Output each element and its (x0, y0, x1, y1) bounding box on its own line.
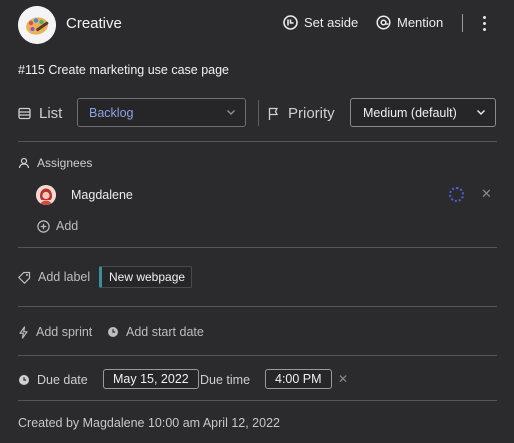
due-time-label: Due time (200, 373, 251, 387)
loading-icon (449, 187, 464, 202)
priority-field-label: Priority (268, 105, 335, 122)
add-start-date-button[interactable]: Add start date (107, 325, 204, 339)
add-sprint-label: Add sprint (36, 325, 93, 339)
chevron-down-icon (226, 107, 236, 117)
tag-icon (18, 271, 31, 284)
assignee-name: Magdalene (71, 188, 133, 202)
add-assignee-button[interactable]: Add (37, 219, 78, 233)
palette-icon (18, 6, 56, 44)
assignee-row[interactable]: Magdalene ✕ (36, 185, 496, 207)
avatar (36, 185, 56, 205)
app-title: Creative (66, 15, 122, 32)
close-icon[interactable]: ✕ (481, 186, 492, 202)
clock-icon (107, 326, 119, 338)
divider (18, 247, 497, 248)
user-icon (18, 157, 30, 169)
due-time-field[interactable]: 4:00 PM (265, 369, 332, 389)
flag-icon (268, 107, 279, 121)
divider (18, 306, 497, 307)
add-start-date-label: Add start date (126, 325, 204, 339)
assignees-header: Assignees (18, 156, 92, 170)
add-assignee-label: Add (56, 219, 79, 233)
list-label-text: List (39, 105, 63, 122)
divider (18, 355, 497, 356)
priority-select-value: Medium (default) (363, 105, 457, 120)
list-icon (18, 107, 31, 120)
add-label-text: Add label (38, 270, 91, 284)
header: Creative Set aside Mention (0, 0, 514, 50)
divider (18, 141, 497, 142)
label-tag[interactable]: New webpage (99, 266, 193, 288)
list-select-value: Backlog (89, 105, 134, 120)
divider (18, 400, 497, 401)
plus-circle-icon (37, 219, 50, 233)
due-date-label: Due date (18, 373, 88, 387)
task-title: #115 Create marketing use case page (18, 63, 230, 77)
task-detail-panel: Creative Set aside Mention #115 Create m… (0, 0, 514, 443)
set-aside-button[interactable]: Set aside (283, 15, 358, 30)
list-priority-row: List Backlog Priority Medium (default) (0, 96, 514, 132)
mention-button[interactable]: Mention (376, 15, 443, 30)
due-date-field[interactable]: May 15, 2022 (103, 369, 199, 389)
set-aside-icon (283, 15, 298, 30)
assignees-label: Assignees (37, 156, 93, 170)
chevron-down-icon (476, 107, 486, 117)
clock-icon (18, 374, 30, 386)
due-date-label-text: Due date (37, 373, 88, 387)
set-aside-label: Set aside (304, 15, 359, 30)
field-divider (258, 100, 259, 126)
mention-label: Mention (397, 15, 444, 30)
more-vertical-icon[interactable] (478, 14, 490, 34)
created-info: Created by Magdalene 10:00 am April 12, … (18, 416, 280, 430)
priority-select[interactable]: Medium (default) (350, 98, 496, 127)
add-sprint-button[interactable]: Add sprint (18, 325, 92, 339)
add-label-button[interactable]: Add label (18, 270, 90, 284)
list-select[interactable]: Backlog (77, 98, 246, 127)
list-field-label: List (18, 105, 62, 122)
close-icon[interactable]: ✕ (338, 372, 348, 386)
mention-icon (376, 15, 391, 30)
bolt-icon (18, 325, 29, 339)
priority-label-text: Priority (288, 105, 335, 122)
header-divider (462, 14, 463, 32)
